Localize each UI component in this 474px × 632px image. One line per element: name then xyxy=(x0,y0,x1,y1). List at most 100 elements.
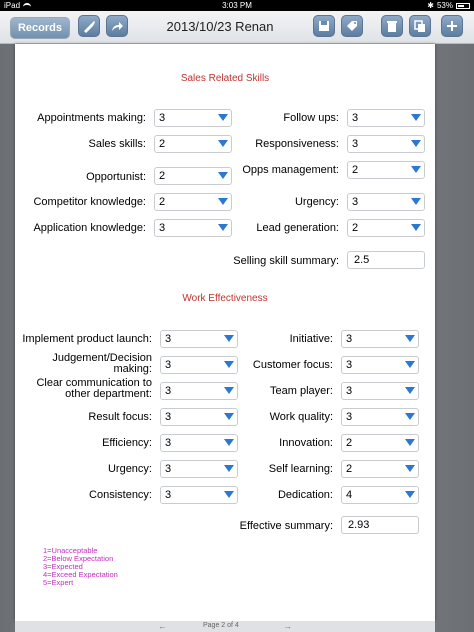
selling-skill-summary-label: Selling skill summary: xyxy=(233,255,339,267)
sales-left-label-2: Opportunist: xyxy=(86,171,146,183)
work-left-select-0[interactable]: 3 xyxy=(160,330,238,348)
work-left-select-1[interactable]: 3 xyxy=(160,356,238,374)
select-value: 3 xyxy=(352,196,359,208)
sales-right-select-3[interactable]: 3 xyxy=(347,193,425,211)
dropdown-arrow-icon xyxy=(405,361,415,368)
dropdown-arrow-icon xyxy=(411,224,421,231)
dropdown-arrow-icon xyxy=(224,413,234,420)
status-bar: iPad 3:03 PM ✱ 53% xyxy=(0,0,474,11)
dropdown-arrow-icon xyxy=(218,198,228,205)
work-left-label-3: Result focus: xyxy=(88,411,152,423)
work-right-select-4[interactable]: 2 xyxy=(341,434,419,452)
next-page-icon[interactable]: → xyxy=(283,621,292,631)
bluetooth-icon: ✱ xyxy=(427,1,434,10)
work-right-select-0[interactable]: 3 xyxy=(341,330,419,348)
work-left-select-2[interactable]: 3 xyxy=(160,382,238,400)
sales-right-select-0[interactable]: 3 xyxy=(347,109,425,127)
sales-left-select-0[interactable]: 3 xyxy=(154,109,232,127)
dropdown-arrow-icon xyxy=(411,140,421,147)
sales-right-label-1: Responsiveness: xyxy=(255,138,339,150)
sales-right-select-4[interactable]: 2 xyxy=(347,219,425,237)
dropdown-arrow-icon xyxy=(224,335,234,342)
sales-left-select-2[interactable]: 2 xyxy=(154,167,232,185)
select-value: 3 xyxy=(346,411,353,423)
dropdown-arrow-icon xyxy=(405,413,415,420)
status-time: 3:03 PM xyxy=(222,1,252,10)
dropdown-arrow-icon xyxy=(224,465,234,472)
sales-left-label-1: Sales skills: xyxy=(88,138,146,150)
work-left-label-2: Clear communication to other department: xyxy=(36,377,152,400)
sales-left-select-1[interactable]: 2 xyxy=(154,135,232,153)
work-left-select-5[interactable]: 3 xyxy=(160,460,238,478)
work-left-select-3[interactable]: 3 xyxy=(160,408,238,426)
work-right-select-5[interactable]: 2 xyxy=(341,460,419,478)
select-value: 3 xyxy=(165,437,172,449)
select-value: 3 xyxy=(346,359,353,371)
trash-icon[interactable] xyxy=(381,15,403,37)
sales-right-select-2[interactable]: 2 xyxy=(347,161,425,179)
work-right-label-3: Work quality: xyxy=(269,411,333,423)
sales-section-title: Sales Related Skills xyxy=(180,73,270,84)
dropdown-arrow-icon xyxy=(411,166,421,173)
work-left-select-6[interactable]: 3 xyxy=(160,486,238,504)
work-left-label-0: Implement product launch: xyxy=(22,333,152,345)
sales-left-label-4: Application knowledge: xyxy=(33,222,146,234)
prev-page-icon[interactable]: ← xyxy=(158,621,167,631)
save-icon[interactable] xyxy=(313,15,335,37)
toolbar: Records 2013/10/23 Renan xyxy=(0,11,474,44)
page-title: 2013/10/23 Renan xyxy=(166,19,274,34)
work-left-select-4[interactable]: 3 xyxy=(160,434,238,452)
work-left-label-5: Urgency: xyxy=(107,463,152,475)
sales-right-label-4: Lead generation: xyxy=(256,222,339,234)
selling-skill-summary-field[interactable]: 2.5 xyxy=(347,251,425,269)
sales-left-label-3: Competitor knowledge: xyxy=(33,196,146,208)
select-value: 2 xyxy=(352,164,359,176)
copy-icon[interactable] xyxy=(409,15,431,37)
rating-legend: 1=Unacceptable 2=Below Expectation 3=Exp… xyxy=(43,547,118,587)
select-value: 2 xyxy=(346,437,353,449)
select-value: 3 xyxy=(165,359,172,371)
brush-icon[interactable] xyxy=(78,15,100,37)
dropdown-arrow-icon xyxy=(218,114,228,121)
tag-icon[interactable] xyxy=(341,15,363,37)
effective-summary-label: Effective summary: xyxy=(239,520,333,532)
dropdown-arrow-icon xyxy=(218,224,228,231)
sales-right-select-1[interactable]: 3 xyxy=(347,135,425,153)
dropdown-arrow-icon xyxy=(405,491,415,498)
sales-right-label-3: Urgency: xyxy=(294,196,339,208)
work-right-label-6: Dedication: xyxy=(277,489,333,501)
dropdown-arrow-icon xyxy=(224,361,234,368)
sales-left-select-4[interactable]: 3 xyxy=(154,219,232,237)
work-right-select-2[interactable]: 3 xyxy=(341,382,419,400)
dropdown-arrow-icon xyxy=(411,198,421,205)
dropdown-arrow-icon xyxy=(224,491,234,498)
select-value: 3 xyxy=(165,411,172,423)
page-footer: ← Page 2 of 4 → xyxy=(15,621,435,632)
sales-right-label-2: Opps management: xyxy=(242,164,339,176)
work-right-label-0: Initiative: xyxy=(289,333,333,345)
select-value: 3 xyxy=(352,138,359,150)
records-button[interactable]: Records xyxy=(10,17,70,39)
select-value: 3 xyxy=(165,333,172,345)
work-right-select-3[interactable]: 3 xyxy=(341,408,419,426)
select-value: 2 xyxy=(346,463,353,475)
work-right-label-4: Innovation: xyxy=(279,437,333,449)
select-value: 2 xyxy=(159,170,166,182)
work-right-label-2: Team player: xyxy=(270,385,333,397)
legend-item: 5=Expert xyxy=(43,578,74,587)
select-value: 3 xyxy=(165,489,172,501)
effective-summary-field[interactable]: 2.93 xyxy=(341,516,419,534)
work-right-label-5: Self learning: xyxy=(268,463,333,475)
add-icon[interactable] xyxy=(441,15,463,37)
work-right-select-6[interactable]: 4 xyxy=(341,486,419,504)
work-left-label-4: Efficiency: xyxy=(102,437,152,449)
work-right-select-1[interactable]: 3 xyxy=(341,356,419,374)
work-left-label-6: Consistency: xyxy=(89,489,152,501)
select-value: 2 xyxy=(352,222,359,234)
select-value: 2 xyxy=(159,138,166,150)
dropdown-arrow-icon xyxy=(405,465,415,472)
dropdown-arrow-icon xyxy=(411,114,421,121)
sales-left-select-3[interactable]: 2 xyxy=(154,193,232,211)
dropdown-arrow-icon xyxy=(224,387,234,394)
share-icon[interactable] xyxy=(106,15,128,37)
